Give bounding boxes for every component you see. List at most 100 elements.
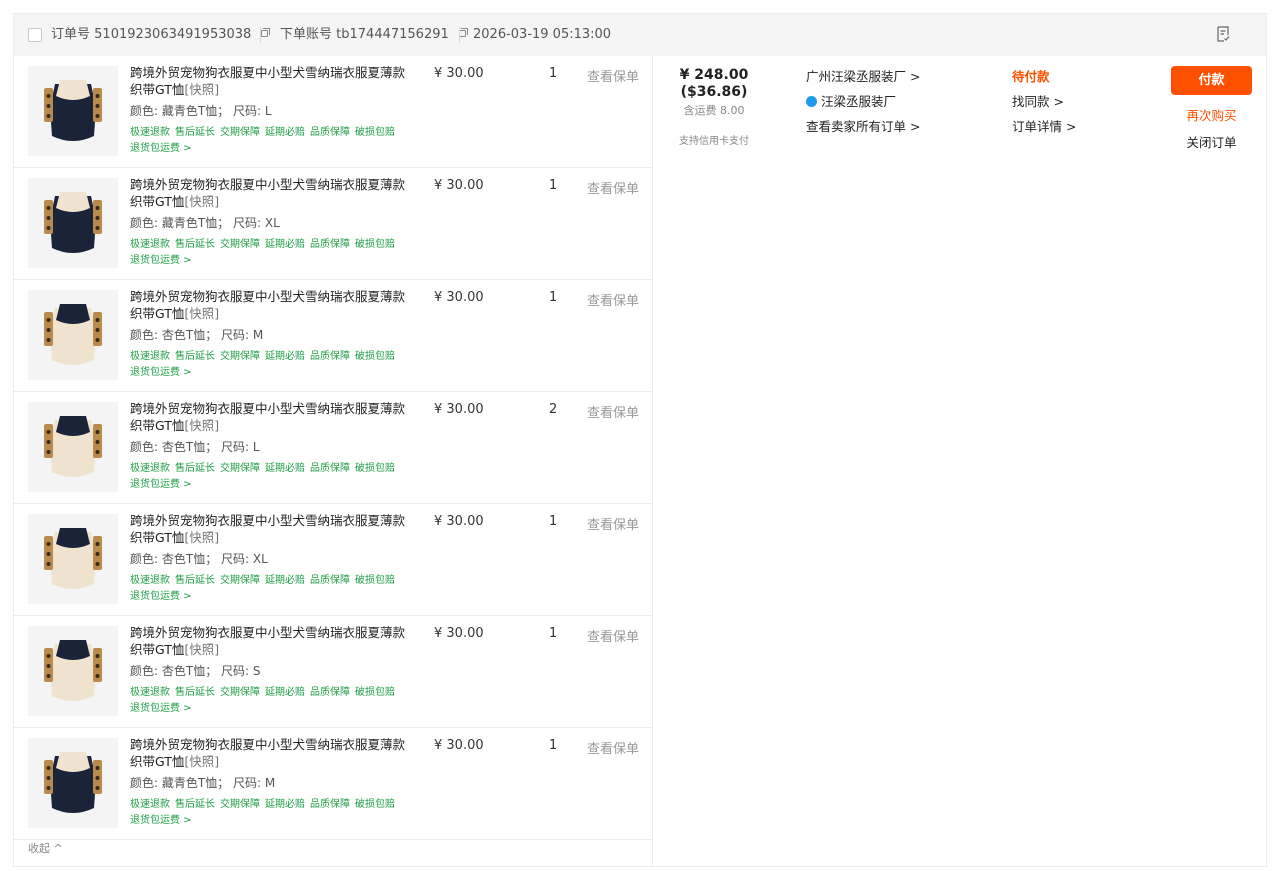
collapse-toggle[interactable]: 收起 ^ [28,840,63,856]
view-policy-link[interactable]: 查看保单 [587,66,639,85]
account-label: 下单账号 [280,27,333,42]
close-order-link[interactable]: 关闭订单 [1171,132,1252,151]
product-title[interactable]: 跨境外贸宠物狗衣服夏中小型犬雪纳瑞衣服夏薄款织带GT恤[快照] [130,736,410,770]
snapshot-link[interactable]: [快照] [184,306,219,321]
seller-wangwang-link[interactable]: 汪梁丞服装厂 [806,91,896,110]
service-tag: 售后延长 [175,687,215,698]
quantity: 1 [549,738,558,753]
view-policy-link[interactable]: 查看保单 [587,402,639,421]
divider [652,56,653,866]
service-tag: 破损包赔 [355,687,395,698]
wangwang-chat-icon [806,96,817,107]
service-tag: 退货包运费 > [130,703,192,714]
product-title-text[interactable]: 跨境外贸宠物狗衣服夏中小型犬雪纳瑞衣服夏薄款织带GT恤 [130,177,405,209]
view-policy-link[interactable]: 查看保单 [587,738,639,757]
service-tag: 极速退款 [130,799,170,810]
seller-all-orders-link[interactable]: 查看卖家所有订单 > [806,116,920,135]
order-item-row: 跨境外贸宠物狗衣服夏中小型犬雪纳瑞衣服夏薄款织带GT恤[快照] 颜色: 藏青色T… [14,728,652,840]
product-title-text[interactable]: 跨境外贸宠物狗衣服夏中小型犬雪纳瑞衣服夏薄款织带GT恤 [130,401,405,433]
wangwang-name: 汪梁丞服装厂 [821,94,897,109]
service-tags: 极速退款 售后延长 交期保障 延期必赔 品质保障 破损包赔退货包运费 > [130,685,400,717]
quantity: 1 [549,514,558,529]
product-title-text[interactable]: 跨境外贸宠物狗衣服夏中小型犬雪纳瑞衣服夏薄款织带GT恤 [130,513,405,545]
service-tag: 交期保障 [220,127,260,138]
order-item-row: 跨境外贸宠物狗衣服夏中小型犬雪纳瑞衣服夏薄款织带GT恤[快照] 颜色: 杏色T恤… [14,616,652,728]
snapshot-link[interactable]: [快照] [184,82,219,97]
view-policy-link[interactable]: 查看保单 [587,178,639,197]
service-tag: 退货包运费 > [130,367,192,378]
view-policy-link[interactable]: 查看保单 [587,626,639,645]
service-tags: 极速退款 售后延长 交期保障 延期必赔 品质保障 破损包赔退货包运费 > [130,349,400,381]
product-image[interactable] [28,514,118,604]
service-tag: 交期保障 [220,239,260,250]
find-same-link[interactable]: 找同款 > [1012,91,1064,110]
order-account: 下单账号 tb174447156291 [280,14,468,56]
pay-button[interactable]: 付款 [1171,66,1252,95]
product-title[interactable]: 跨境外贸宠物狗衣服夏中小型犬雪纳瑞衣服夏薄款织带GT恤[快照] [130,176,410,210]
service-tag: 延期必赔 [265,351,305,362]
apricot-shirt-icon [44,304,102,365]
service-tag: 破损包赔 [355,575,395,586]
shipping-fee: 含运费 8.00 [683,104,745,117]
product-image[interactable] [28,66,118,156]
product-title[interactable]: 跨境外贸宠物狗衣服夏中小型犬雪纳瑞衣服夏薄款织带GT恤[快照] [130,288,410,322]
product-image[interactable] [28,290,118,380]
service-tag: 极速退款 [130,687,170,698]
product-title-text[interactable]: 跨境外贸宠物狗衣服夏中小型犬雪纳瑞衣服夏薄款织带GT恤 [130,65,405,97]
product-spec: 颜色: 藏青色T恤； 尺码: M [130,776,276,790]
service-tag: 交期保障 [220,351,260,362]
product-title[interactable]: 跨境外贸宠物狗衣服夏中小型犬雪纳瑞衣服夏薄款织带GT恤[快照] [130,64,410,98]
seller-shop-link[interactable]: 广州汪梁丞服装厂 > [806,66,920,85]
select-order-checkbox[interactable] [28,28,42,42]
service-tag: 交期保障 [220,687,260,698]
service-tag: 交期保障 [220,575,260,586]
order-header: 订单号 5101923063491953038 下单账号 tb174447156… [14,14,1266,56]
order-details-link[interactable]: 订单详情 > [1012,116,1076,135]
divider [260,27,261,43]
service-tag: 品质保障 [310,127,350,138]
copy-icon[interactable] [261,28,271,37]
snapshot-link[interactable]: [快照] [184,754,219,769]
quantity: 1 [549,626,558,641]
rebuy-link[interactable]: 再次购买 [1171,105,1252,124]
service-tag: 售后延长 [175,127,215,138]
service-tag: 延期必赔 [265,127,305,138]
product-image[interactable] [28,402,118,492]
divider [459,27,460,43]
unit-price: ¥ 30.00 [434,178,484,193]
service-tag: 退货包运费 > [130,591,192,602]
product-title-text[interactable]: 跨境外贸宠物狗衣服夏中小型犬雪纳瑞衣服夏薄款织带GT恤 [130,737,405,769]
service-tag: 售后延长 [175,463,215,474]
snapshot-link[interactable]: [快照] [184,642,219,657]
order-number-value: 5101923063491953038 [94,27,252,42]
product-title-text[interactable]: 跨境外贸宠物狗衣服夏中小型犬雪纳瑞衣服夏薄款织带GT恤 [130,289,405,321]
order-item-row: 跨境外贸宠物狗衣服夏中小型犬雪纳瑞衣服夏薄款织带GT恤[快照] 颜色: 藏青色T… [14,56,652,168]
product-spec: 颜色: 杏色T恤； 尺码: S [130,664,261,678]
credit-card-note: 支持信用卡支付 [679,136,749,147]
service-tags: 极速退款 售后延长 交期保障 延期必赔 品质保障 破损包赔退货包运费 > [130,125,400,157]
service-tag: 品质保障 [310,463,350,474]
snapshot-link[interactable]: [快照] [184,418,219,433]
view-policy-link[interactable]: 查看保单 [587,514,639,533]
product-title-text[interactable]: 跨境外贸宠物狗衣服夏中小型犬雪纳瑞衣服夏薄款织带GT恤 [130,625,405,657]
product-spec: 颜色: 藏青色T恤； 尺码: L [130,104,272,118]
snapshot-link[interactable]: [快照] [184,530,219,545]
unit-price: ¥ 30.00 [434,626,484,641]
quantity: 2 [549,402,558,417]
service-tags: 极速退款 售后延长 交期保障 延期必赔 品质保障 破损包赔退货包运费 > [130,797,400,829]
order-item-row: 跨境外贸宠物狗衣服夏中小型犬雪纳瑞衣服夏薄款织带GT恤[快照] 颜色: 杏色T恤… [14,392,652,504]
product-title[interactable]: 跨境外贸宠物狗衣服夏中小型犬雪纳瑞衣服夏薄款织带GT恤[快照] [130,624,410,658]
product-title[interactable]: 跨境外贸宠物狗衣服夏中小型犬雪纳瑞衣服夏薄款织带GT恤[快照] [130,512,410,546]
order-items: 跨境外贸宠物狗衣服夏中小型犬雪纳瑞衣服夏薄款织带GT恤[快照] 颜色: 藏青色T… [14,56,652,840]
product-image[interactable] [28,738,118,828]
navy-shirt-icon [44,752,102,813]
service-tag: 售后延长 [175,799,215,810]
service-tag: 破损包赔 [355,799,395,810]
service-tag: 延期必赔 [265,463,305,474]
product-image[interactable] [28,626,118,716]
product-image[interactable] [28,178,118,268]
view-policy-link[interactable]: 查看保单 [587,290,639,309]
snapshot-link[interactable]: [快照] [184,194,219,209]
order-note-icon[interactable] [1216,26,1230,42]
product-title[interactable]: 跨境外贸宠物狗衣服夏中小型犬雪纳瑞衣服夏薄款织带GT恤[快照] [130,400,410,434]
